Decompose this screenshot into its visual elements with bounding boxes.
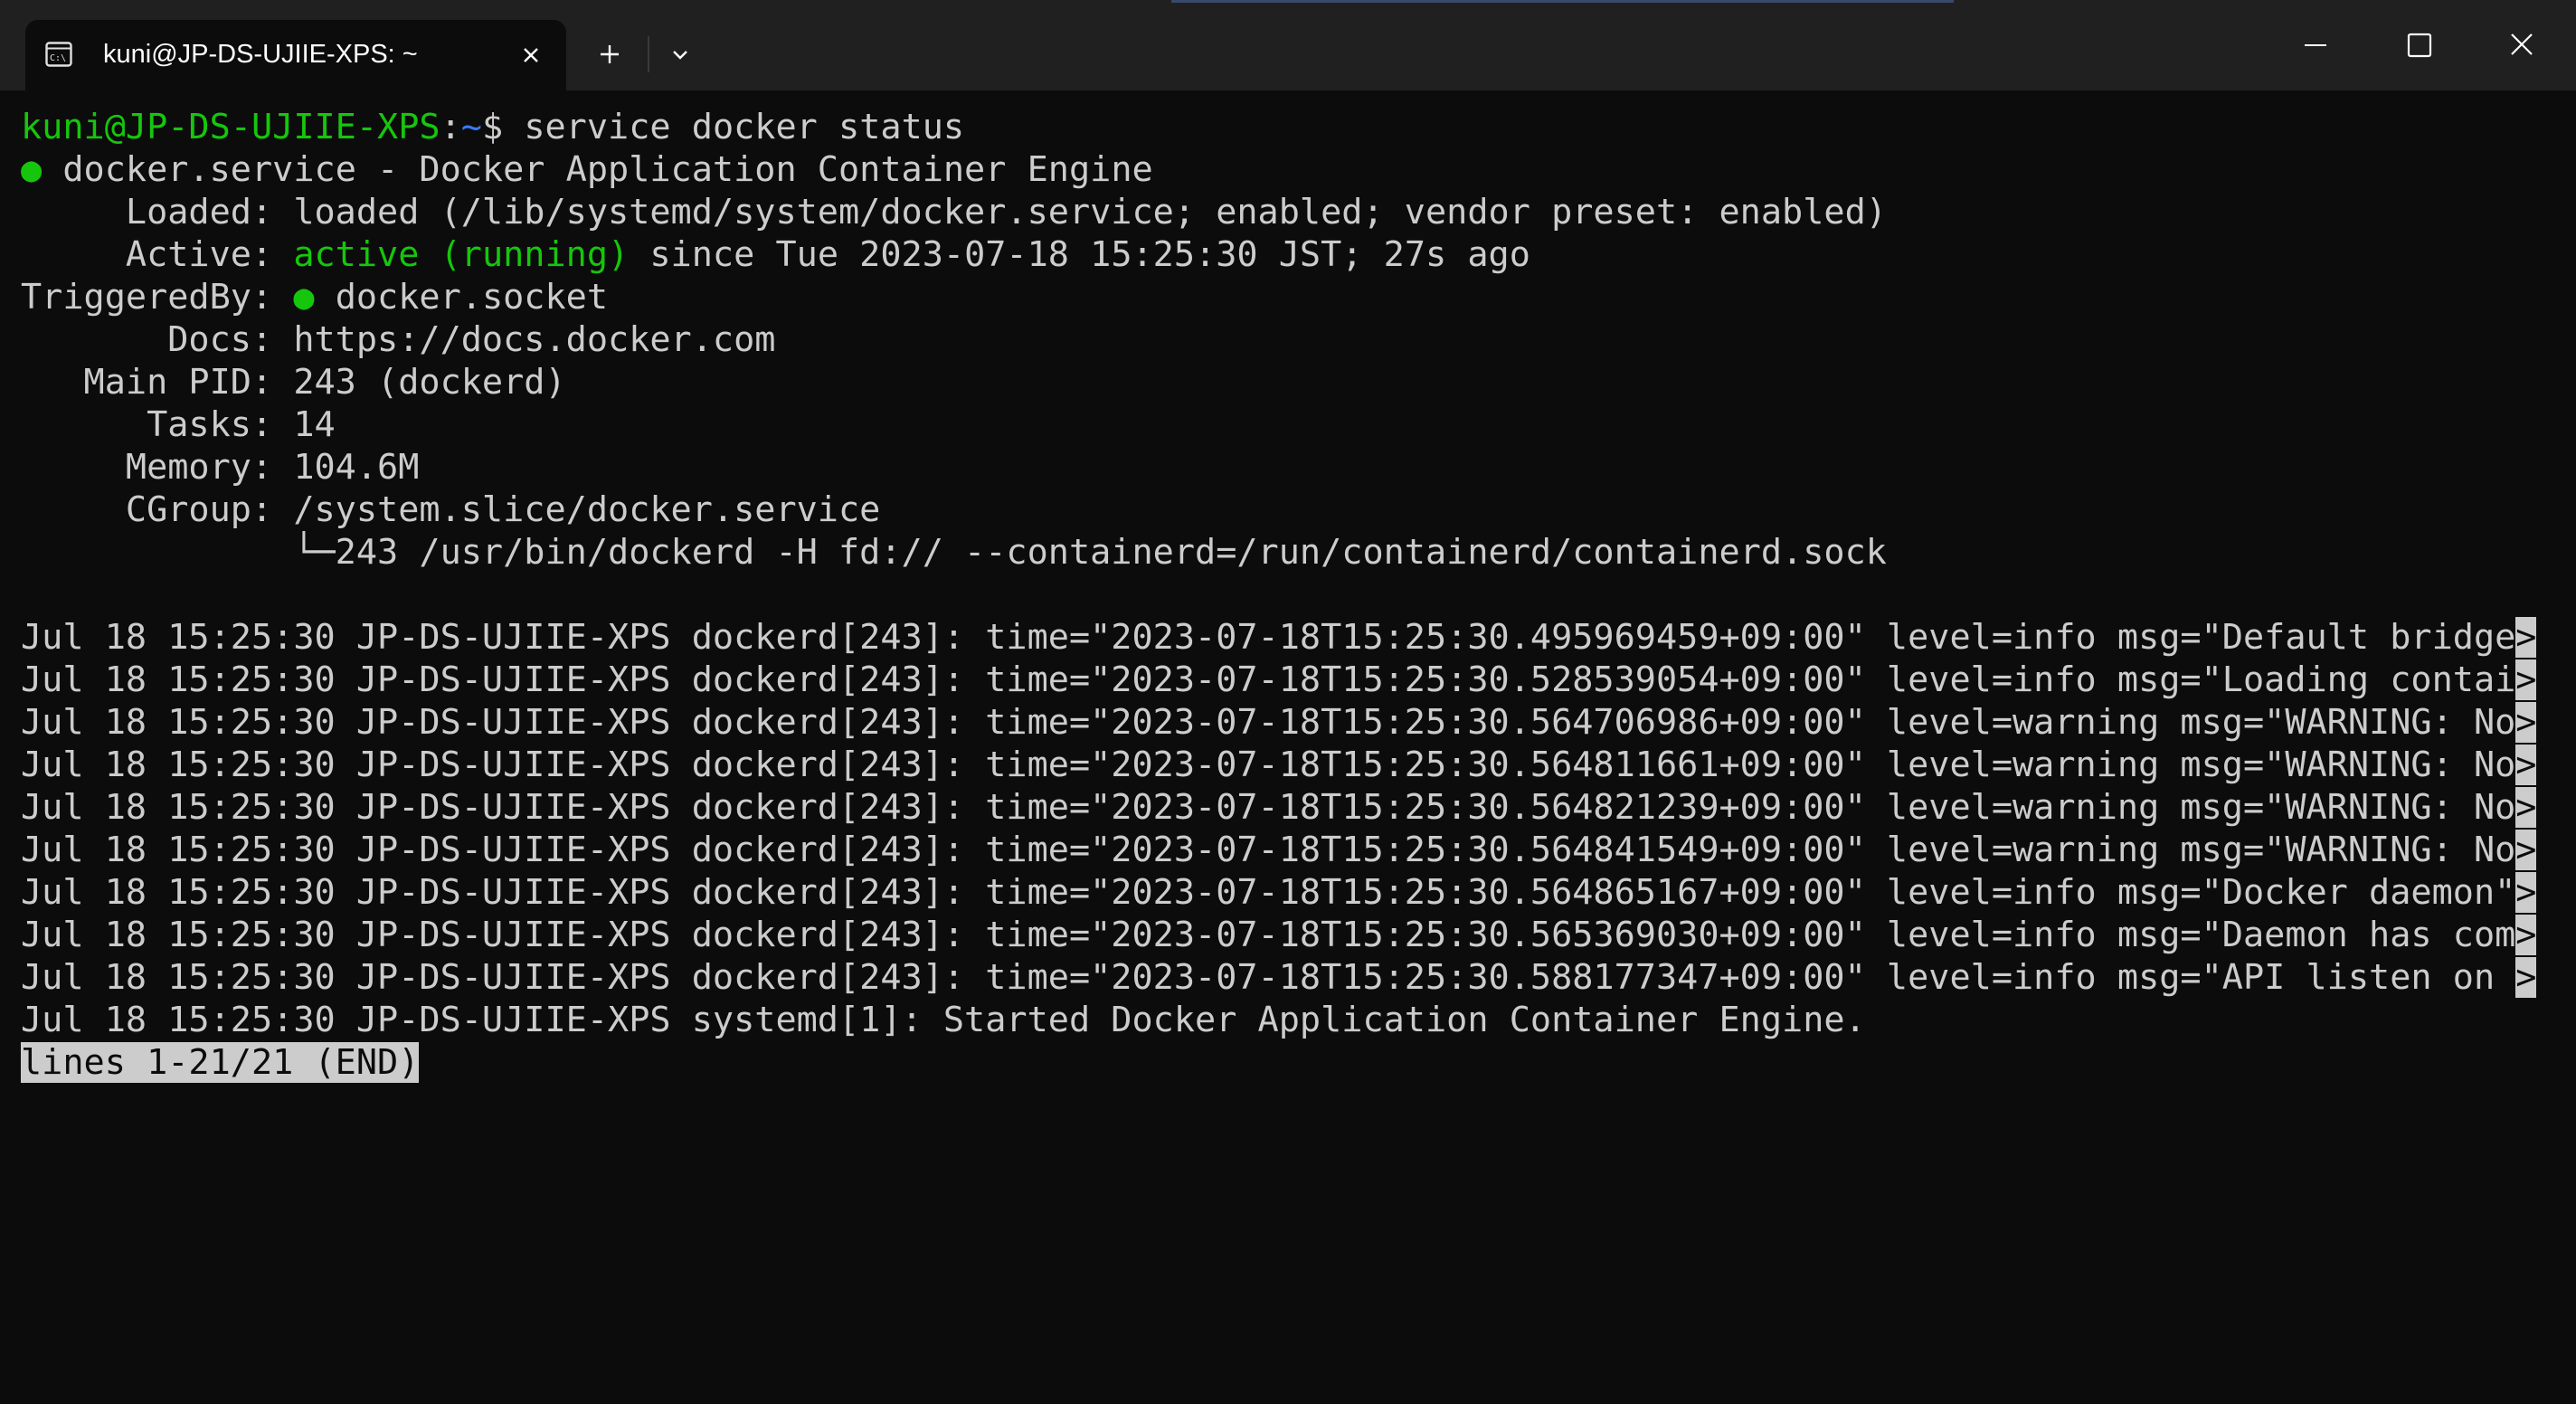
maximize-icon[interactable] xyxy=(2391,20,2446,71)
prompt-symbol: $ xyxy=(481,107,525,147)
status-dot-icon: ● xyxy=(293,277,315,318)
log-text: Jul 18 15:25:30 JP-DS-UJIIE-XPS dockerd[… xyxy=(21,745,2516,785)
truncation-marker: > xyxy=(2515,872,2537,913)
memory-line: Memory: 104.6M xyxy=(21,447,420,488)
window-accent-line xyxy=(1171,0,1954,3)
cgroup-tree-line: └─243 /usr/bin/dockerd -H fd:// --contai… xyxy=(21,532,1887,573)
active-label: Active: xyxy=(21,234,294,275)
truncation-marker: > xyxy=(2515,830,2537,870)
truncation-marker: > xyxy=(2515,659,2537,700)
active-status: active (running) xyxy=(293,234,630,275)
cgroup-line: CGroup: /system.slice/docker.service xyxy=(21,489,881,530)
terminal-output[interactable]: kuni@JP-DS-UJIIE-XPS:~$ service docker s… xyxy=(21,107,2562,1391)
active-since: since Tue 2023-07-18 15:25:30 JST; 27s a… xyxy=(629,234,1530,275)
close-icon[interactable] xyxy=(2495,20,2549,71)
tab-active[interactable]: C:\ kuni@JP-DS-UJIIE-XPS: ~ xyxy=(25,20,566,90)
log-text: Jul 18 15:25:30 JP-DS-UJIIE-XPS dockerd[… xyxy=(21,872,2516,913)
terminal-window: C:\ kuni@JP-DS-UJIIE-XPS: ~ kuni@JP-DS-U… xyxy=(0,0,2576,1404)
triggered-label: TriggeredBy: xyxy=(21,277,294,318)
terminal-icon: C:\ xyxy=(45,42,72,67)
log-line: Jul 18 15:25:30 JP-DS-UJIIE-XPS dockerd[… xyxy=(21,830,2537,871)
truncation-marker: > xyxy=(2515,617,2537,658)
triggered-value: docker.socket xyxy=(314,277,609,318)
truncation-marker: > xyxy=(2515,957,2537,998)
truncation-marker: > xyxy=(2515,745,2537,785)
prompt-line: kuni@JP-DS-UJIIE-XPS:~$ service docker s… xyxy=(21,107,964,148)
status-dot-icon: ● xyxy=(21,149,43,190)
truncation-marker: > xyxy=(2515,915,2537,955)
log-line: Jul 18 15:25:30 JP-DS-UJIIE-XPS dockerd[… xyxy=(21,787,2537,829)
pid-line: Main PID: 243 (dockerd) xyxy=(21,362,566,403)
log-text: Jul 18 15:25:30 JP-DS-UJIIE-XPS dockerd[… xyxy=(21,830,2516,870)
log-text: Jul 18 15:25:30 JP-DS-UJIIE-XPS dockerd[… xyxy=(21,787,2516,828)
tasks-line: Tasks: 14 xyxy=(21,404,336,445)
log-text: Jul 18 15:25:30 JP-DS-UJIIE-XPS dockerd[… xyxy=(21,659,2516,700)
log-line: Jul 18 15:25:30 JP-DS-UJIIE-XPS dockerd[… xyxy=(21,659,2537,701)
triggered-line: TriggeredBy: ● docker.socket xyxy=(21,277,608,318)
truncation-marker: > xyxy=(2515,787,2537,828)
plus-icon[interactable] xyxy=(588,34,631,74)
svg-text:C:\: C:\ xyxy=(50,53,66,63)
docs-line: Docs: https://docs.docker.com xyxy=(21,319,776,360)
log-line: Jul 18 15:25:30 JP-DS-UJIIE-XPS dockerd[… xyxy=(21,872,2537,914)
log-line: Jul 18 15:25:30 JP-DS-UJIIE-XPS dockerd[… xyxy=(21,915,2537,956)
prompt-separator: : xyxy=(440,107,461,147)
pager-status: lines 1-21/21 (END) xyxy=(21,1042,420,1083)
close-icon[interactable] xyxy=(517,42,545,69)
truncation-marker: > xyxy=(2515,702,2537,743)
active-line: Active: active (running) since Tue 2023-… xyxy=(21,234,1530,276)
log-line: Jul 18 15:25:30 JP-DS-UJIIE-XPS dockerd[… xyxy=(21,957,2537,999)
chevron-down-icon[interactable] xyxy=(662,36,698,72)
prompt-path: ~ xyxy=(460,107,482,147)
pager-status-line[interactable]: lines 1-21/21 (END) xyxy=(21,1042,420,1084)
tab-separator xyxy=(648,36,649,72)
log-text: Jul 18 15:25:30 JP-DS-UJIIE-XPS dockerd[… xyxy=(21,617,2516,658)
title-bar[interactable]: C:\ kuni@JP-DS-UJIIE-XPS: ~ xyxy=(0,0,2576,90)
final-log-line: Jul 18 15:25:30 JP-DS-UJIIE-XPS systemd[… xyxy=(21,1000,1866,1040)
tab-title: kuni@JP-DS-UJIIE-XPS: ~ xyxy=(103,40,418,69)
log-text: Jul 18 15:25:30 JP-DS-UJIIE-XPS dockerd[… xyxy=(21,957,2516,998)
command-text: service docker status xyxy=(524,107,965,147)
service-line: ● docker.service - Docker Application Co… xyxy=(21,149,1153,191)
minimize-icon[interactable] xyxy=(2288,20,2343,71)
prompt-user: kuni@JP-DS-UJIIE-XPS xyxy=(21,107,440,147)
log-line: Jul 18 15:25:30 JP-DS-UJIIE-XPS dockerd[… xyxy=(21,617,2537,659)
log-line: Jul 18 15:25:30 JP-DS-UJIIE-XPS dockerd[… xyxy=(21,745,2537,786)
log-line: Jul 18 15:25:30 JP-DS-UJIIE-XPS dockerd[… xyxy=(21,702,2537,744)
log-text: Jul 18 15:25:30 JP-DS-UJIIE-XPS dockerd[… xyxy=(21,915,2516,955)
loaded-line: Loaded: loaded (/lib/systemd/system/dock… xyxy=(21,192,1887,232)
service-title: docker.service - Docker Application Cont… xyxy=(42,149,1153,190)
log-text: Jul 18 15:25:30 JP-DS-UJIIE-XPS dockerd[… xyxy=(21,702,2516,743)
